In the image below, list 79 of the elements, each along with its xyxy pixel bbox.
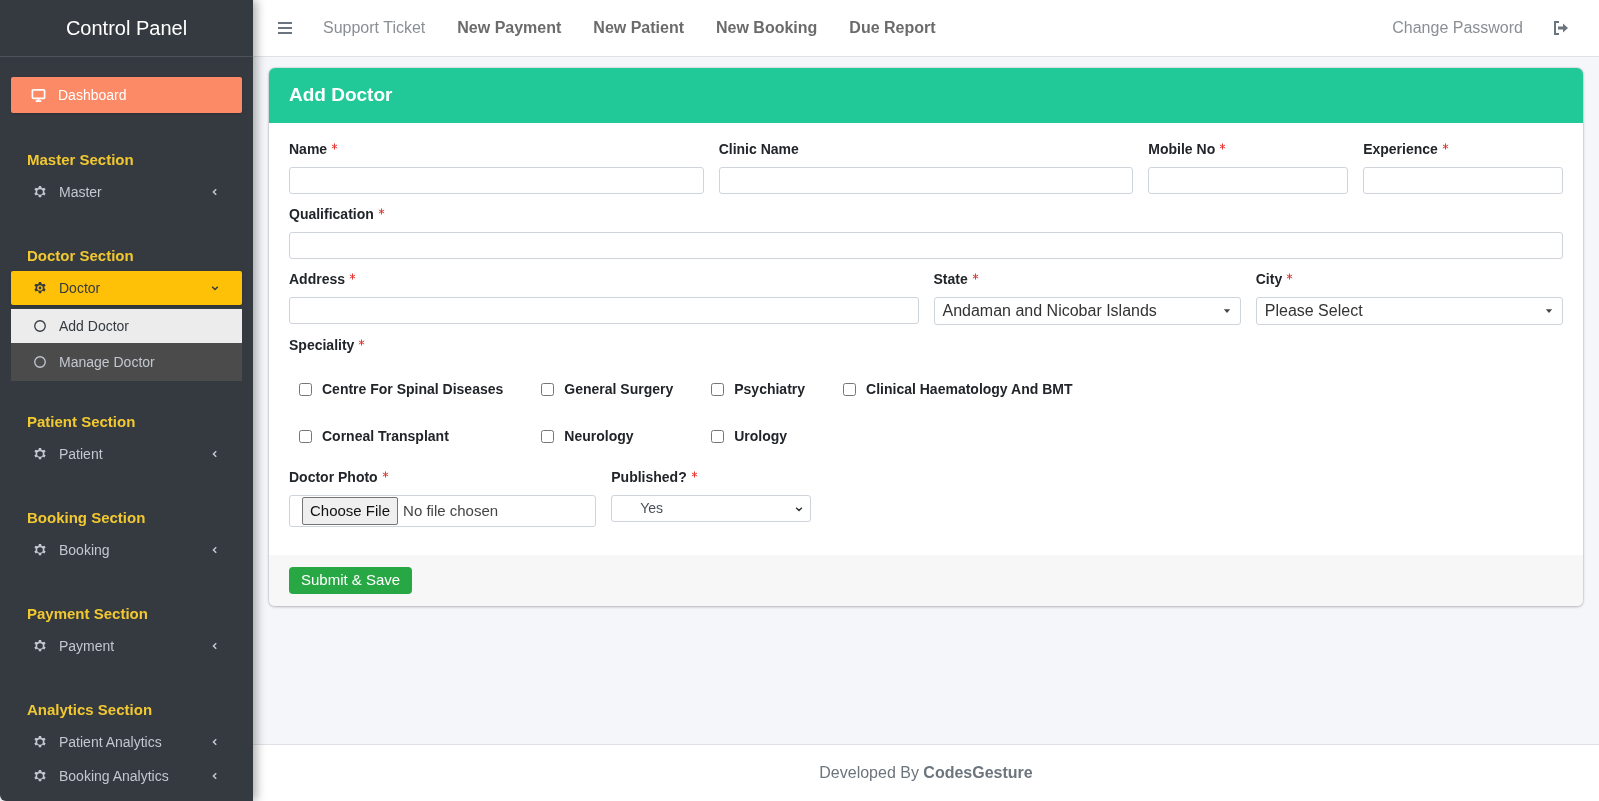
circle-icon (33, 355, 47, 369)
sign-out-icon (1553, 20, 1569, 36)
nav-link[interactable]: New Booking (716, 16, 818, 40)
chevron-icon (210, 771, 220, 781)
menu-item[interactable]: Master (11, 175, 242, 209)
checkbox-label: General Surgery (564, 380, 674, 399)
menu-item[interactable]: Patient Analytics (11, 725, 242, 759)
dropdown[interactable]: Please Select (1255, 297, 1563, 325)
monitor-icon (31, 87, 46, 103)
checkbox[interactable] (843, 383, 857, 396)
checkbox-label: Clinical Haematology And BMT (866, 380, 1073, 399)
text-input[interactable] (1148, 167, 1349, 194)
field-label: City (1255, 269, 1283, 289)
dropdown[interactable]: Yes (611, 495, 812, 522)
field-label: Mobile No (1148, 139, 1216, 159)
section-heading: Booking Section (27, 509, 146, 526)
field-label: Clinic Name (718, 139, 799, 159)
chevron-icon (210, 283, 220, 293)
chevron-icon (210, 737, 220, 747)
field-label: Name (289, 139, 328, 159)
nav-link[interactable]: Due Report (849, 16, 936, 40)
gear-icon (33, 639, 47, 653)
field-label: Qualification (289, 204, 374, 224)
checkbox[interactable] (711, 383, 725, 396)
checkbox-label: Psychiatry (734, 380, 806, 399)
checkbox-label: Neurology (564, 427, 634, 446)
field-label: State (933, 269, 968, 289)
text-input[interactable] (718, 167, 1134, 194)
chevron-icon (210, 545, 220, 555)
section-heading: Analytics Section (27, 701, 153, 718)
menu-icon (277, 20, 293, 36)
circle-icon (33, 319, 47, 333)
submenu-item[interactable]: Add Doctor (11, 309, 242, 343)
checkbox-label: Urology (734, 427, 788, 446)
field-label: Address (289, 269, 346, 289)
section-heading: Doctor Section (27, 247, 134, 264)
chevron-icon (210, 449, 220, 459)
field-label: Published? (611, 467, 687, 487)
file-input[interactable]: Choose File No file chosen (289, 495, 597, 527)
menu-item[interactable]: Booking (11, 533, 242, 567)
checkbox-label: Centre For Spinal Diseases (322, 380, 504, 399)
footer-text: Developed By CodesGesture (819, 763, 1033, 783)
gear-icon (33, 769, 47, 783)
text-input[interactable] (289, 167, 704, 194)
logout-button[interactable] (1553, 20, 1569, 36)
section-heading: Payment Section (27, 605, 148, 622)
field-label: Speciality (289, 335, 355, 355)
choose-file-button[interactable]: Choose File (302, 497, 399, 525)
sidebar-title: Control Panel (65, 16, 188, 41)
text-input[interactable] (289, 297, 919, 324)
menu-item[interactable]: Booking Analytics (11, 759, 242, 793)
submenu-item[interactable]: Manage Doctor (11, 343, 242, 381)
gear-icon (33, 447, 47, 461)
checkbox[interactable] (711, 430, 725, 443)
gear-icon (33, 543, 47, 557)
checkbox[interactable] (541, 430, 555, 443)
gear-icon (33, 185, 47, 199)
checkbox[interactable] (299, 383, 312, 396)
chevron-icon (210, 641, 220, 651)
dropdown[interactable]: Andaman and Nicobar Islands (933, 297, 1241, 325)
field-label: Doctor Photo (289, 467, 378, 487)
section-heading: Patient Section (27, 413, 136, 430)
chevron-icon (210, 187, 220, 197)
gear-icon (33, 735, 47, 749)
text-input[interactable] (1363, 167, 1563, 194)
field-label: Experience (1363, 139, 1438, 159)
menu-item[interactable]: Payment (11, 629, 242, 663)
checkbox-label: Corneal Transplant (322, 427, 449, 446)
menu-item[interactable]: Doctor (11, 271, 242, 305)
menu-toggle-button[interactable] (277, 20, 293, 36)
checkbox[interactable] (299, 430, 312, 443)
checkbox[interactable] (541, 383, 555, 396)
card-title: Add Doctor (289, 83, 393, 108)
gear-icon (33, 281, 47, 295)
section-heading: Master Section (27, 151, 134, 168)
nav-link[interactable]: New Patient (593, 16, 684, 40)
nav-link[interactable]: New Payment (457, 16, 562, 40)
menu-item[interactable]: Patient (11, 437, 242, 471)
text-input[interactable] (289, 232, 1563, 259)
